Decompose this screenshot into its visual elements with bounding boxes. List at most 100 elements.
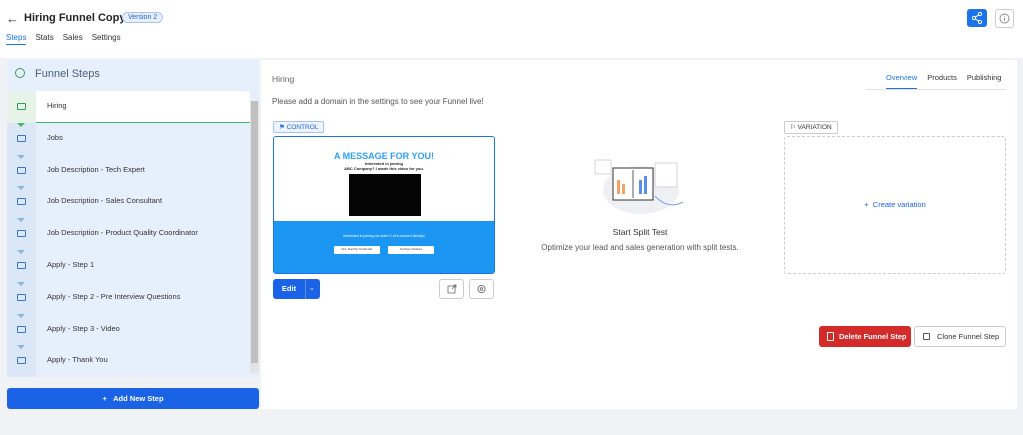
mail-icon <box>17 198 26 206</box>
plus-icon: + <box>102 394 107 403</box>
preview-top-section: A MESSAGE FOR YOU! Interested in joining… <box>274 137 494 217</box>
split-test-illustration <box>593 158 693 218</box>
edit-separator <box>305 279 306 299</box>
mail-icon <box>17 166 26 174</box>
tab-overview[interactable]: Overview <box>886 73 918 89</box>
tab-stats[interactable]: Stats <box>35 33 53 45</box>
connector-arrow-icon <box>17 154 25 159</box>
funnel-steps-header: Funnel Steps <box>7 60 259 90</box>
connector-arrow-icon <box>17 249 25 254</box>
mail-icon <box>17 293 26 301</box>
check-circle-icon <box>15 68 25 78</box>
variation-label: VARIATION <box>797 124 832 131</box>
info-icon <box>999 13 1010 24</box>
mail-icon <box>17 230 26 238</box>
step-item-hiring[interactable]: Hiring <box>7 91 250 127</box>
scrollbar-thumb[interactable] <box>251 101 258 363</box>
step-item[interactable]: Job Description - Sales Consultant <box>7 186 250 219</box>
connector-arrow-icon <box>17 313 25 318</box>
variation-tag: ⚐ VARIATION <box>784 121 838 134</box>
variation-placeholder: + Create variation <box>784 136 1006 274</box>
step-tabs: Overview Products Publishing <box>886 73 1001 89</box>
step-label: Apply - Step 2 - Pre Interview Questions <box>47 291 181 301</box>
edit-button[interactable]: Edit ⌄ <box>273 279 320 299</box>
connector-arrow-icon <box>17 345 25 350</box>
step-item[interactable]: Apply - Step 3 - Video <box>7 313 250 346</box>
copy-icon <box>923 333 930 340</box>
preview-button-benefits: First, Read Me The Benefits <box>334 246 380 254</box>
funnel-tabs: Steps Stats Sales Settings <box>6 33 121 45</box>
delete-funnel-step-button[interactable]: Delete Funnel Step <box>819 326 911 347</box>
preview-subtext-line2: ABC Company? I made this video for you. <box>344 166 424 171</box>
step-item[interactable]: Job Description - Tech Expert <box>7 154 250 187</box>
connector-arrow-icon <box>17 218 25 223</box>
share-button[interactable] <box>967 9 987 27</box>
clone-funnel-step-button[interactable]: Clone Funnel Step <box>914 326 1006 347</box>
share-icon <box>971 11 983 25</box>
flag-icon: ⚐ <box>790 124 796 131</box>
connector-arrow-icon <box>17 281 25 286</box>
control-page-preview[interactable]: A MESSAGE FOR YOU! Interested in joining… <box>273 136 495 274</box>
step-item[interactable]: Apply - Step 1 <box>7 249 250 282</box>
mail-icon <box>17 357 26 365</box>
add-new-step-label: Add New Step <box>113 394 164 403</box>
step-item[interactable]: Apply - Thank You <box>7 345 250 377</box>
clone-label: Clone Funnel Step <box>937 332 1000 341</box>
step-label: Apply - Step 3 - Video <box>47 323 120 333</box>
delete-label: Delete Funnel Step <box>839 332 907 341</box>
control-label: CONTROL <box>286 124 319 131</box>
step-label: Jobs <box>47 132 63 142</box>
trash-icon <box>827 332 834 341</box>
back-arrow-icon[interactable]: ← <box>6 11 19 26</box>
preview-bar <box>274 140 494 145</box>
step-item[interactable]: Job Description - Product Quality Coordi… <box>7 218 250 250</box>
page-title: Hiring <box>272 74 295 84</box>
version-badge: Version 2 <box>122 12 164 23</box>
step-label: Job Description - Tech Expert <box>47 164 145 174</box>
info-button[interactable] <box>995 9 1014 28</box>
mail-icon <box>17 261 26 269</box>
preview-video <box>349 174 421 216</box>
domain-notice: Please add a domain in the settings to s… <box>272 97 484 106</box>
split-test-title: Start Split Test <box>612 227 668 237</box>
create-variation-link[interactable]: + Create variation <box>785 200 1005 209</box>
tabs-divider <box>866 89 1006 90</box>
preview-subtext: Interested in joining ABC Company? I mad… <box>274 161 494 171</box>
open-external-button[interactable] <box>439 279 464 299</box>
active-step-marker <box>17 122 25 127</box>
steps-list: Hiring Jobs Job Description - Tech Exper… <box>7 91 250 377</box>
step-item[interactable]: Apply - Step 2 - Pre Interview Questions <box>7 281 250 314</box>
flag-icon: ⚑ <box>279 124 285 131</box>
steps-scrollbar[interactable] <box>250 101 259 373</box>
plus-icon: + <box>864 200 869 209</box>
step-settings-button[interactable] <box>469 279 494 299</box>
tab-settings[interactable]: Settings <box>92 33 121 45</box>
step-label: Job Description - Sales Consultant <box>47 196 163 206</box>
chevron-down-icon[interactable]: ⌄ <box>309 284 315 292</box>
tab-products[interactable]: Products <box>927 73 957 89</box>
create-variation-label: Create variation <box>872 200 926 209</box>
mail-icon <box>17 325 26 333</box>
external-link-icon <box>447 284 457 294</box>
funnel-steps-title: Funnel Steps <box>35 68 100 80</box>
funnel-title: Hiring Funnel Copy <box>24 12 126 24</box>
add-new-step-button[interactable]: + Add New Step <box>7 388 259 409</box>
control-tag: ⚑ CONTROL <box>273 121 325 133</box>
step-label: Apply - Step 1 <box>47 259 95 269</box>
step-label: Job Description - Product Quality Coordi… <box>47 228 198 238</box>
step-label: Hiring <box>47 101 67 110</box>
edit-label: Edit <box>281 284 297 293</box>
step-item[interactable]: Jobs <box>7 122 250 155</box>
tab-sales[interactable]: Sales <box>63 33 83 45</box>
mail-icon <box>17 134 26 142</box>
step-detail-panel: Hiring Overview Products Publishing Plea… <box>261 60 1017 409</box>
split-test-description: Optimize your lead and sales generation … <box>541 243 739 252</box>
mail-icon <box>17 103 26 110</box>
tab-publishing[interactable]: Publishing <box>967 73 1002 89</box>
step-label: Apply - Thank You <box>47 355 108 365</box>
gear-icon <box>477 284 486 294</box>
preview-button-positions: Find Open Positions <box>388 246 434 254</box>
connector-arrow-icon <box>17 186 25 191</box>
tab-steps[interactable]: Steps <box>6 33 27 45</box>
preview-headline: A MESSAGE FOR YOU! <box>333 151 434 161</box>
